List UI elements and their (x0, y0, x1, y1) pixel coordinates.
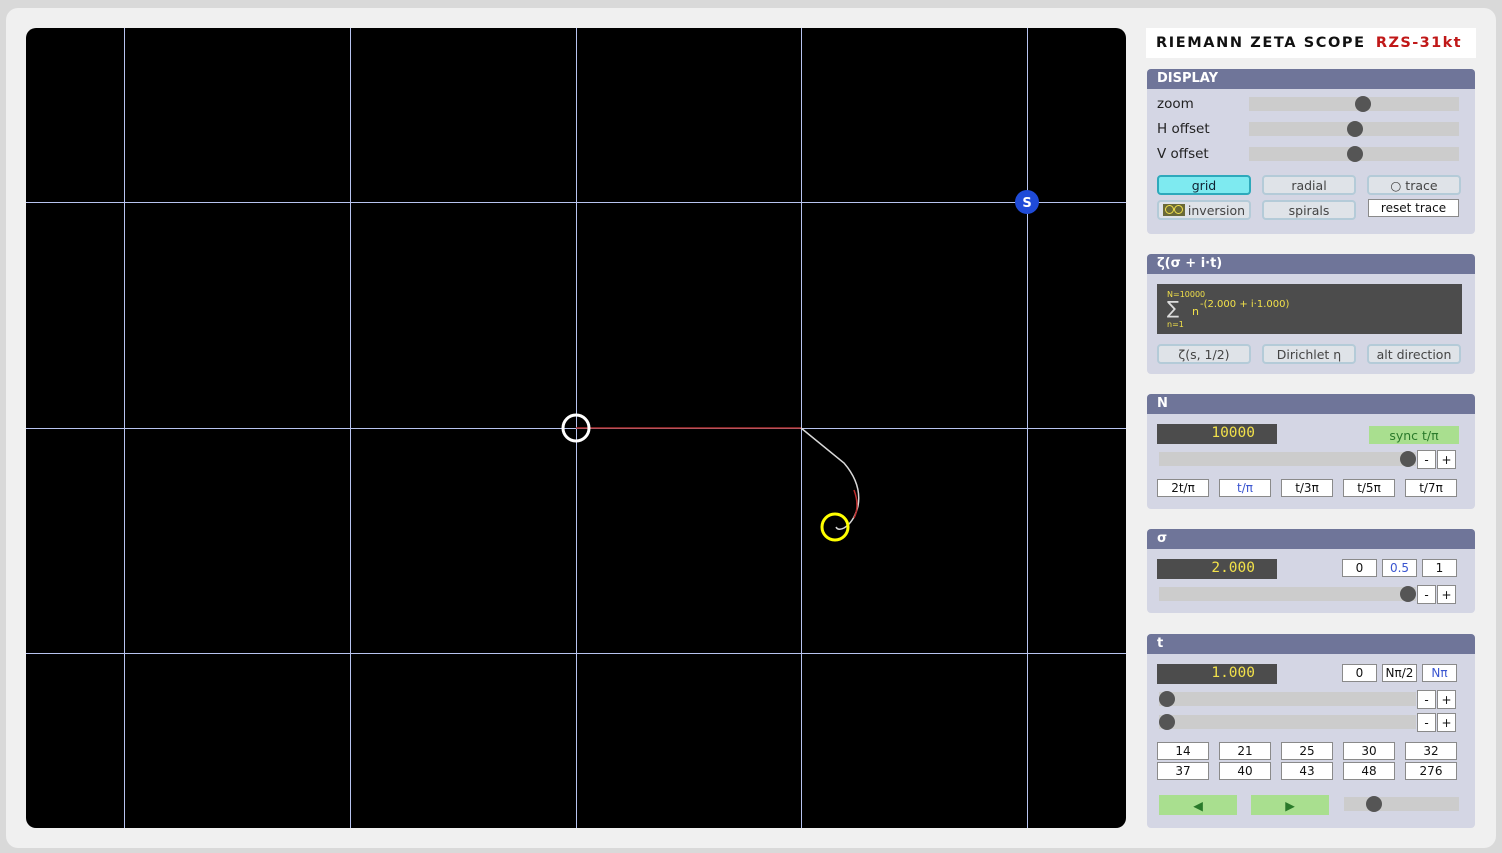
animate-forward-button[interactable]: ▶ (1251, 795, 1329, 815)
zeta-value-marker (820, 512, 850, 542)
radial-toggle[interactable]: radial (1262, 175, 1356, 195)
display-panel-title: DISPLAY (1147, 69, 1475, 89)
reset-trace-button[interactable]: reset trace (1368, 199, 1459, 217)
t-fine-slider-knob[interactable] (1159, 714, 1175, 730)
formula-base: n (1192, 305, 1199, 318)
zeta-zero-button[interactable]: 30 (1343, 742, 1395, 760)
zeta-panel-title: ζ(σ + i·t) (1147, 254, 1475, 274)
t-coarse-slider-knob[interactable] (1159, 691, 1175, 707)
n-panel: N 10000 sync t/π - + 2t/π t/π t/3π t/5π … (1147, 394, 1475, 509)
inversion-icon (1162, 204, 1185, 216)
zeta-panel: ζ(σ + i·t) N=10000 ∑ n -(2.000 + i·1.000… (1147, 254, 1475, 374)
n-decrement-button[interactable]: - (1417, 450, 1436, 469)
sigma-value-display[interactable]: 2.000 (1157, 559, 1277, 579)
n-preset-2t-pi[interactable]: 2t/π (1157, 479, 1209, 497)
formula-box: N=10000 ∑ n -(2.000 + i·1.000) n=1 (1157, 284, 1462, 334)
spirals-toggle[interactable]: spirals (1262, 200, 1356, 220)
trace-toggle[interactable]: ○ trace (1367, 175, 1461, 195)
s-point-label: S (1022, 196, 1031, 211)
hoffset-label: H offset (1157, 121, 1210, 137)
zeta-zero-button[interactable]: 276 (1405, 762, 1457, 780)
zeta-zero-button[interactable]: 40 (1219, 762, 1271, 780)
t-coarse-decrement-button[interactable]: - (1417, 690, 1436, 709)
t-coarse-increment-button[interactable]: + (1437, 690, 1456, 709)
sigma-preset-0[interactable]: 0 (1342, 559, 1377, 577)
t-preset-n-pi-half[interactable]: Nπ/2 (1382, 664, 1417, 682)
sigma-slider[interactable] (1159, 586, 1416, 602)
t-preset-0[interactable]: 0 (1342, 664, 1377, 682)
t-fine-decrement-button[interactable]: - (1417, 713, 1436, 732)
dirichlet-eta-toggle[interactable]: Dirichlet η (1262, 344, 1356, 364)
t-panel-title: t (1147, 634, 1475, 654)
hoffset-slider-knob[interactable] (1347, 121, 1363, 137)
t-preset-n-pi[interactable]: Nπ (1422, 664, 1457, 682)
n-value-display[interactable]: 10000 (1157, 424, 1277, 444)
t-value-display[interactable]: 1.000 (1157, 664, 1277, 684)
n-preset-t-3pi[interactable]: t/3π (1281, 479, 1333, 497)
n-preset-t-7pi[interactable]: t/7π (1405, 479, 1457, 497)
animation-speed-slider[interactable] (1344, 796, 1459, 812)
formula-sum-symbol: ∑ (1167, 298, 1180, 319)
t-fine-increment-button[interactable]: + (1437, 713, 1456, 732)
partial-sum-spiral-red (853, 489, 858, 519)
zoom-label: zoom (1157, 96, 1194, 112)
zeta-zero-button[interactable]: 14 (1157, 742, 1209, 760)
display-panel: DISPLAY zoom H offset V offset grid radi… (1147, 69, 1475, 234)
animate-backward-button[interactable]: ◀ (1159, 795, 1237, 815)
formula-lower: n=1 (1167, 320, 1184, 329)
zeta-zero-button[interactable]: 32 (1405, 742, 1457, 760)
sigma-slider-knob[interactable] (1400, 586, 1416, 602)
sigma-preset-1[interactable]: 1 (1422, 559, 1457, 577)
sigma-increment-button[interactable]: + (1437, 585, 1456, 604)
sigma-panel-title: σ (1147, 529, 1475, 549)
sigma-panel: σ 2.000 0 0.5 1 - + (1147, 529, 1475, 613)
n-slider-knob[interactable] (1400, 451, 1416, 467)
voffset-slider-knob[interactable] (1347, 146, 1363, 162)
n-preset-t-5pi[interactable]: t/5π (1343, 479, 1395, 497)
zeta-scope-canvas[interactable]: S (26, 28, 1126, 828)
voffset-label: V offset (1157, 146, 1209, 162)
app-title-bar: RIEMANN ZETA SCOPE RZS-31kt (1146, 28, 1476, 58)
formula-exponent: -(2.000 + i·1.000) (1200, 299, 1290, 310)
sigma-preset-half[interactable]: 0.5 (1382, 559, 1417, 577)
inversion-label: inversion (1187, 202, 1246, 218)
n-increment-button[interactable]: + (1437, 450, 1456, 469)
animation-speed-slider-knob[interactable] (1366, 796, 1382, 812)
zeta-zero-button[interactable]: 43 (1281, 762, 1333, 780)
zeta-zero-button[interactable]: 25 (1281, 742, 1333, 760)
inversion-toggle[interactable]: inversion (1157, 200, 1251, 220)
t-fine-slider[interactable] (1159, 714, 1416, 730)
zeta-zero-button[interactable]: 21 (1219, 742, 1271, 760)
sigma-decrement-button[interactable]: - (1417, 585, 1436, 604)
app-code: RZS-31kt (1375, 35, 1462, 51)
hoffset-slider[interactable] (1249, 121, 1459, 137)
n-slider[interactable] (1159, 451, 1416, 467)
sync-t-pi-button[interactable]: sync t/π (1369, 426, 1459, 444)
zeta-zero-button[interactable]: 48 (1343, 762, 1395, 780)
zeta-zero-button[interactable]: 37 (1157, 762, 1209, 780)
grid-toggle[interactable]: grid (1157, 175, 1251, 195)
zoom-slider[interactable] (1249, 96, 1459, 112)
n-preset-t-pi[interactable]: t/π (1219, 479, 1271, 497)
alt-direction-toggle[interactable]: alt direction (1367, 344, 1461, 364)
t-panel: t 1.000 0 Nπ/2 Nπ - + - + 14 21 25 30 32… (1147, 634, 1475, 828)
voffset-slider[interactable] (1249, 146, 1459, 162)
zoom-slider-knob[interactable] (1355, 96, 1371, 112)
app-title: RIEMANN ZETA SCOPE (1156, 35, 1366, 51)
t-coarse-slider[interactable] (1159, 691, 1416, 707)
n-panel-title: N (1147, 394, 1475, 414)
hurwitz-zeta-toggle[interactable]: ζ(s, 1/2) (1157, 344, 1251, 364)
